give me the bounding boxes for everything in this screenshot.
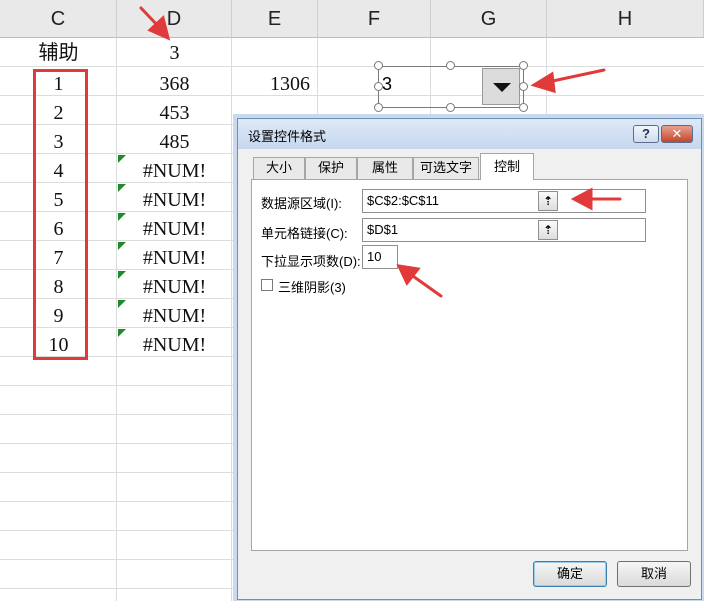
- triangle-down-icon: [493, 83, 511, 92]
- close-button[interactable]: ✕: [661, 125, 693, 143]
- cell-link-label: 单元格链接(C):: [261, 226, 348, 241]
- control-tab-panel: 数据源区域(I): $C$2:$C$11 ⇡ 单元格链接(C): $D$1 ⇡ …: [251, 179, 688, 551]
- cell-d5[interactable]: #NUM!: [117, 157, 232, 186]
- format-control-dialog: 设置控件格式 ? ✕ 大小 保护 属性 可选文字 控制 数据源区域(I): $C…: [237, 118, 702, 600]
- resize-handle[interactable]: [374, 82, 383, 91]
- column-header-c[interactable]: C: [0, 0, 117, 38]
- tab-properties[interactable]: 属性: [357, 157, 413, 179]
- column-header-d[interactable]: D: [117, 0, 232, 38]
- cell-d1[interactable]: 3: [117, 39, 232, 68]
- resize-handle[interactable]: [446, 103, 455, 112]
- cell-e2[interactable]: 1306: [232, 70, 348, 99]
- column-header-e[interactable]: E: [232, 0, 318, 38]
- error-indicator: [118, 329, 126, 337]
- cell-d9[interactable]: #NUM!: [117, 273, 232, 302]
- error-indicator: [118, 155, 126, 163]
- column-header-g[interactable]: G: [431, 0, 547, 38]
- 3d-shading-checkbox[interactable]: [261, 279, 273, 291]
- combo-box-control[interactable]: 3: [378, 66, 524, 108]
- cell-link-field[interactable]: $D$1: [362, 218, 646, 242]
- resize-handle[interactable]: [519, 82, 528, 91]
- error-indicator: [118, 271, 126, 279]
- cell-c1[interactable]: 辅助: [0, 39, 117, 68]
- error-indicator: [118, 213, 126, 221]
- dialog-titlebar[interactable]: 设置控件格式 ? ✕: [238, 119, 701, 149]
- cell-d2[interactable]: 368: [117, 70, 232, 99]
- collapse-dialog-icon[interactable]: ⇡: [538, 191, 558, 211]
- input-range-label: 数据源区域(I):: [261, 196, 342, 211]
- cell-d4[interactable]: 485: [117, 128, 232, 157]
- cell-d3[interactable]: 453: [117, 99, 232, 128]
- cell-d6[interactable]: #NUM!: [117, 186, 232, 215]
- resize-handle[interactable]: [519, 103, 528, 112]
- column-header-f[interactable]: F: [318, 0, 431, 38]
- resize-handle[interactable]: [519, 61, 528, 70]
- column-header-h[interactable]: H: [547, 0, 704, 38]
- cell-d8[interactable]: #NUM!: [117, 244, 232, 273]
- tab-alt-text[interactable]: 可选文字: [413, 157, 479, 179]
- input-range-field[interactable]: $C$2:$C$11: [362, 189, 646, 213]
- tab-size[interactable]: 大小: [253, 157, 305, 179]
- combo-box-value: 3: [382, 74, 393, 94]
- tab-protection[interactable]: 保护: [305, 157, 357, 179]
- highlight-rectangle: [33, 69, 88, 360]
- error-indicator: [118, 184, 126, 192]
- cell-d10[interactable]: #NUM!: [117, 302, 232, 331]
- cancel-button[interactable]: 取消: [617, 561, 691, 587]
- resize-handle[interactable]: [446, 61, 455, 70]
- combo-dropdown-button[interactable]: [482, 68, 520, 105]
- help-button[interactable]: ?: [633, 125, 659, 143]
- dropdown-lines-field[interactable]: 10: [362, 245, 398, 269]
- dialog-title: 设置控件格式: [248, 129, 327, 144]
- error-indicator: [118, 300, 126, 308]
- cell-d11[interactable]: #NUM!: [117, 331, 232, 360]
- resize-handle[interactable]: [374, 103, 383, 112]
- 3d-shading-label: 三维阴影(3): [278, 280, 346, 295]
- ok-button[interactable]: 确定: [533, 561, 607, 587]
- error-indicator: [118, 242, 126, 250]
- cell-d7[interactable]: #NUM!: [117, 215, 232, 244]
- collapse-dialog-icon[interactable]: ⇡: [538, 220, 558, 240]
- resize-handle[interactable]: [374, 61, 383, 70]
- dropdown-lines-label: 下拉显示项数(D):: [261, 254, 361, 269]
- tab-control[interactable]: 控制: [480, 153, 534, 180]
